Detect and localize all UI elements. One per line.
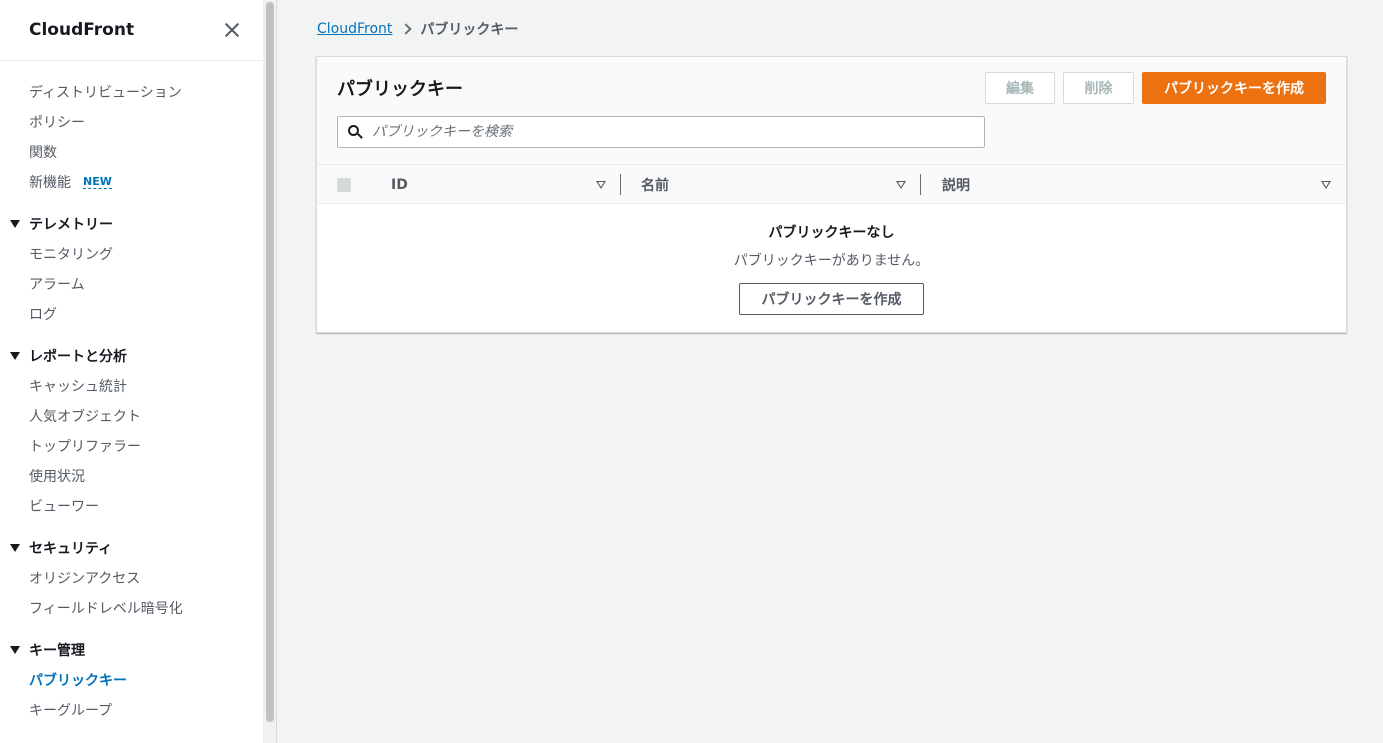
panel-header: パブリックキー 編集 削除 パブリックキーを作成	[317, 57, 1346, 165]
sidebar-item-label: 使用状況	[29, 469, 85, 485]
empty-state: パブリックキーなし パブリックキーがありません。 パブリックキーを作成	[317, 204, 1346, 315]
column-divider[interactable]	[620, 174, 621, 195]
search-icon	[348, 124, 363, 140]
sidebar-nav: ディストリビューション ポリシー 関数 新機能 NEW テレメトリー モニタリング…	[0, 61, 263, 725]
sidebar-item-cache-stats[interactable]: キャッシュ統計	[0, 371, 263, 401]
sidebar-item-logs[interactable]: ログ	[0, 299, 263, 329]
sidebar-item-label: ディストリビューション	[29, 85, 182, 101]
sidebar-item-functions[interactable]: 関数	[0, 137, 263, 167]
search-field[interactable]	[337, 116, 985, 148]
delete-button[interactable]: 削除	[1063, 72, 1134, 104]
sidebar-item-alarms[interactable]: アラーム	[0, 269, 263, 299]
sidebar-item-key-groups[interactable]: キーグループ	[0, 695, 263, 725]
column-header-description[interactable]: 説明	[942, 165, 970, 204]
sidebar-item-label: トップリファラー	[29, 439, 141, 455]
new-badge: NEW	[83, 175, 112, 189]
sidebar-item-label: オリジンアクセス	[29, 571, 141, 587]
page-title: パブリックキー	[337, 79, 463, 100]
sidebar-item-label: ビューワー	[29, 499, 99, 515]
sidebar-item-top-referrers[interactable]: トップリファラー	[0, 431, 263, 461]
sidebar-item-label: ポリシー	[29, 115, 85, 131]
column-header-id[interactable]: ID	[391, 165, 408, 204]
breadcrumb-link-cloudfront[interactable]: CloudFront	[317, 21, 392, 37]
sidebar-item-label: フィールドレベル暗号化	[29, 601, 183, 617]
empty-create-public-key-button[interactable]: パブリックキーを作成	[739, 283, 924, 315]
side-navigation: CloudFront ディストリビューション ポリシー 関数 新機能 NEW テレ…	[0, 0, 263, 743]
section-label: キー管理	[29, 643, 85, 659]
public-keys-table-panel: パブリックキー 編集 削除 パブリックキーを作成 ID 名前 説明 パブリックキ…	[316, 56, 1347, 333]
section-label: テレメトリー	[29, 217, 113, 233]
edit-button[interactable]: 編集	[985, 72, 1055, 104]
sidebar-item-public-keys[interactable]: パブリックキー	[0, 665, 263, 695]
caret-down-icon	[10, 352, 20, 360]
sidebar-title[interactable]: CloudFront	[29, 20, 134, 40]
sidebar-item-field-level-encryption[interactable]: フィールドレベル暗号化	[0, 593, 263, 623]
sort-icon[interactable]	[1321, 181, 1331, 189]
sidebar-section-key-management[interactable]: キー管理	[0, 635, 263, 665]
section-label: セキュリティ	[29, 541, 113, 557]
empty-state-description: パブリックキーがありません。	[733, 253, 930, 269]
sidebar-item-label: 人気オブジェクト	[29, 409, 141, 425]
breadcrumb: CloudFront パブリックキー	[317, 19, 518, 39]
breadcrumb-current: パブリックキー	[420, 22, 519, 38]
scroll-thumb[interactable]	[266, 2, 274, 722]
sidebar-item-policies[interactable]: ポリシー	[0, 107, 263, 137]
sidebar-item-label: キャッシュ統計	[29, 379, 127, 395]
caret-down-icon	[10, 544, 20, 552]
sidebar-item-viewers[interactable]: ビューワー	[0, 491, 263, 521]
sidebar-item-monitoring[interactable]: モニタリング	[0, 239, 263, 269]
sidebar-item-label: 新機能	[29, 175, 71, 191]
sidebar-item-label: アラーム	[29, 277, 85, 293]
sort-icon[interactable]	[596, 181, 606, 189]
sort-icon[interactable]	[896, 181, 906, 189]
sidebar-item-label: ログ	[29, 307, 57, 323]
sidebar-item-origin-access[interactable]: オリジンアクセス	[0, 563, 263, 593]
column-divider[interactable]	[920, 174, 921, 195]
sidebar-scrollbar[interactable]	[263, 0, 277, 743]
sidebar-item-label: キーグループ	[29, 703, 113, 719]
sidebar-section-reports[interactable]: レポートと分析	[0, 341, 263, 371]
sidebar-section-telemetry[interactable]: テレメトリー	[0, 209, 263, 239]
sidebar-header: CloudFront	[0, 0, 263, 61]
sidebar-item-whats-new[interactable]: 新機能 NEW	[0, 167, 263, 197]
chevron-right-icon	[400, 23, 413, 35]
sidebar-item-popular-objects[interactable]: 人気オブジェクト	[0, 401, 263, 431]
search-input[interactable]	[372, 124, 962, 140]
sidebar-item-label: パブリックキー	[29, 673, 127, 689]
sidebar-item-label: 関数	[29, 145, 57, 161]
empty-state-title: パブリックキーなし	[768, 225, 895, 241]
table-header: ID 名前 説明	[317, 165, 1346, 204]
select-all-checkbox[interactable]	[337, 178, 351, 192]
caret-down-icon	[10, 220, 20, 228]
sidebar-item-distributions[interactable]: ディストリビューション	[0, 77, 263, 107]
section-label: レポートと分析	[29, 349, 127, 365]
column-header-name[interactable]: 名前	[641, 165, 669, 204]
close-icon[interactable]	[223, 21, 241, 39]
caret-down-icon	[10, 646, 20, 654]
sidebar-section-security[interactable]: セキュリティ	[0, 533, 263, 563]
sidebar-item-usage[interactable]: 使用状況	[0, 461, 263, 491]
sidebar-item-label: モニタリング	[29, 247, 113, 263]
create-public-key-button[interactable]: パブリックキーを作成	[1142, 72, 1326, 104]
